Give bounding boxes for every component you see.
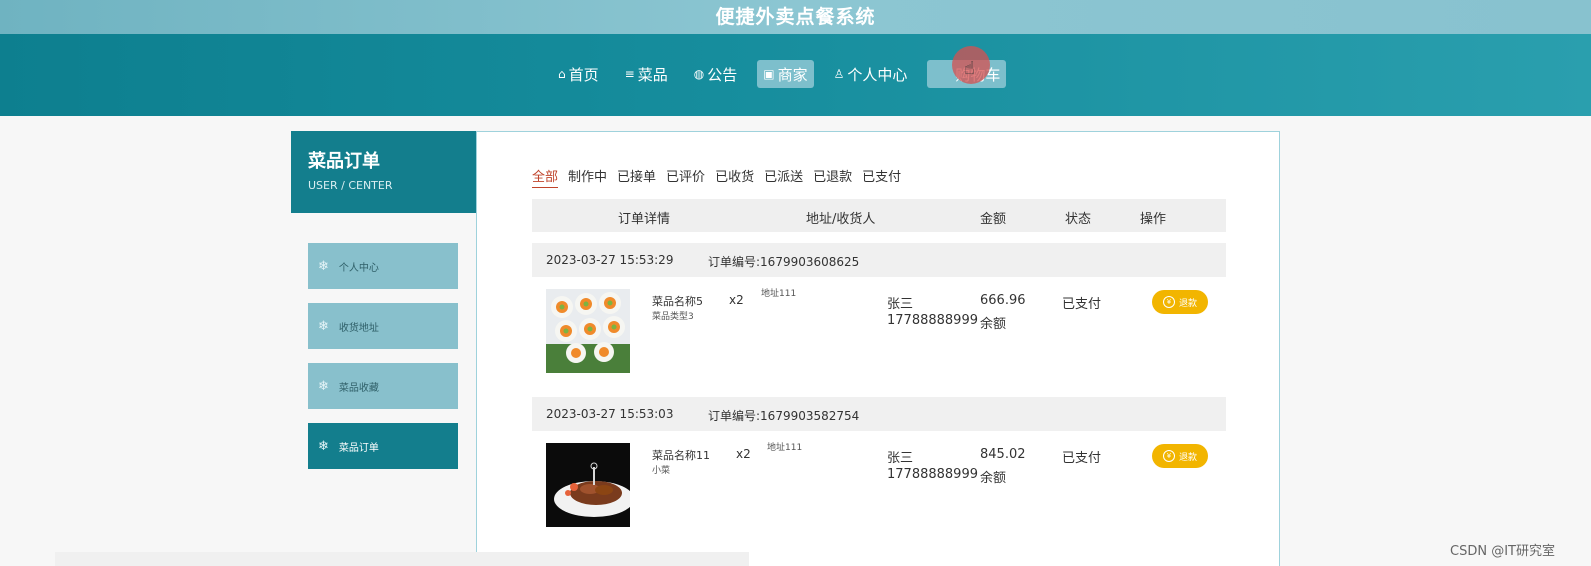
nav-label: 菜品 <box>637 65 668 84</box>
sidebar-subtitle: USER / CENTER <box>308 179 393 192</box>
dish-name: 菜品名称5 <box>652 295 703 308</box>
column-header: 地址/收货人 <box>806 212 876 227</box>
delivery-address: 地址111 <box>761 289 797 299</box>
sidebar-menu: ❄ 个人中心 ❄ 收货地址 ❄ 菜品收藏 ❄ 菜品订单 <box>308 243 458 483</box>
tab-all[interactable]: 全部 <box>532 166 559 188</box>
receiver-phone: 17788888999 <box>887 313 978 328</box>
snowflake-icon: ❄ <box>318 318 329 334</box>
refund-label: 退款 <box>1178 452 1197 463</box>
sidebar-title: 菜品订单 <box>308 151 380 172</box>
sidebar-item-label: 菜品收藏 <box>338 382 379 394</box>
watermark: CSDN @IT研究室 <box>1450 544 1555 559</box>
user-icon: ♙ <box>833 67 845 81</box>
order-status: 已支付 <box>1062 297 1102 312</box>
order-body: 菜品名称11 小菜 x2 地址111 张三 17788888999 845.02… <box>532 431 1226 541</box>
sidebar-item-favorites[interactable]: ❄ 菜品收藏 <box>308 363 458 409</box>
order-body: 菜品名称5 菜品类型3 x2 地址111 张三 17788888999 666.… <box>532 277 1226 387</box>
dish-type: 小菜 <box>652 466 671 476</box>
tab-dispatched[interactable]: 已派送 <box>764 166 803 188</box>
nav-item-merchants[interactable]: ▣ 商家 <box>757 60 814 88</box>
top-title-bar: 便捷外卖点餐系统 <box>0 0 1591 34</box>
nav-label: 公告 <box>707 65 738 84</box>
order-time: 2023-03-27 15:53:29 <box>546 253 674 267</box>
nav-label: 个人中心 <box>847 65 908 84</box>
payment-method: 余额 <box>980 471 1007 486</box>
order-amount: 845.02 <box>980 447 1026 462</box>
receiver-phone: 17788888999 <box>887 467 978 482</box>
globe-icon: ◍ <box>693 67 705 81</box>
sidebar-item-label: 个人中心 <box>338 262 379 274</box>
sidebar-header: 菜品订单 USER / CENTER <box>291 131 476 213</box>
yen-icon: ¥ <box>1162 296 1175 308</box>
order-card: 2023-03-27 15:53:03 订单编号:1679903582754 菜… <box>532 397 1226 541</box>
sidebar-item-label: 菜品订单 <box>338 442 379 454</box>
refund-label: 退款 <box>1178 298 1197 309</box>
next-order-header <box>55 552 749 566</box>
column-header: 订单详情 <box>618 212 671 227</box>
dish-image[interactable] <box>546 443 630 527</box>
snowflake-icon: ❄ <box>318 438 329 454</box>
delivery-address: 地址111 <box>767 443 803 453</box>
sidebar-item-orders[interactable]: ❄ 菜品订单 <box>308 423 458 469</box>
tab-received[interactable]: 已收货 <box>715 166 754 188</box>
receiver-name: 张三 <box>887 451 914 466</box>
dish-image[interactable] <box>546 289 630 373</box>
order-status-tabs: 全部 制作中 已接单 已评价 已收货 已派送 已退款 已支付 <box>532 166 901 188</box>
sidebar-item-address[interactable]: ❄ 收货地址 <box>308 303 458 349</box>
yen-icon: ¥ <box>1162 450 1175 462</box>
orders-panel: 全部 制作中 已接单 已评价 已收货 已派送 已退款 已支付 订单详情 地址/收… <box>476 131 1280 566</box>
payment-method: 余额 <box>980 317 1007 332</box>
dish-quantity: x2 <box>729 293 744 307</box>
nav-label: 商家 <box>777 65 808 84</box>
tab-reviewed[interactable]: 已评价 <box>666 166 705 188</box>
nav-item-user-center[interactable]: ♙ 个人中心 <box>828 60 914 88</box>
order-status: 已支付 <box>1062 451 1102 466</box>
home-icon: ⌂ <box>558 67 566 81</box>
dish-quantity: x2 <box>736 447 751 461</box>
column-header: 状态 <box>1065 212 1092 227</box>
refund-button[interactable]: ¥ 退款 <box>1152 444 1208 468</box>
dish-name: 菜品名称11 <box>652 449 710 462</box>
sliders-icon: ≡ <box>624 67 635 81</box>
main-nav: ⌂ 首页 ≡ 菜品 ◍ 公告 ▣ 商家 ♙ 个人中心 购物车 <box>552 60 1007 88</box>
dish-type: 菜品类型3 <box>652 312 694 322</box>
order-number: 订单编号:1679903608625 <box>708 255 860 269</box>
table-header: 订单详情 地址/收货人 金额 状态 操作 <box>532 199 1226 232</box>
column-header: 操作 <box>1140 212 1167 227</box>
nav-item-notices[interactable]: ◍ 公告 <box>688 60 744 88</box>
receiver-name: 张三 <box>887 297 914 312</box>
order-card: 2023-03-27 15:53:29 订单编号:1679903608625 菜… <box>532 243 1226 387</box>
site-title: 便捷外卖点餐系统 <box>715 6 876 28</box>
tab-in-progress[interactable]: 制作中 <box>568 166 607 188</box>
hand-cursor-icon: ☝ <box>964 58 975 79</box>
tab-accepted[interactable]: 已接单 <box>617 166 656 188</box>
column-header: 金额 <box>980 212 1007 227</box>
order-header: 2023-03-27 15:53:29 订单编号:1679903608625 <box>532 243 1226 277</box>
shop-icon: ▣ <box>763 67 775 81</box>
tab-refunded[interactable]: 已退款 <box>813 166 852 188</box>
sidebar-item-label: 收货地址 <box>338 322 379 334</box>
nav-item-dishes[interactable]: ≡ 菜品 <box>619 60 674 88</box>
nav-label: 首页 <box>568 65 599 84</box>
snowflake-icon: ❄ <box>318 378 329 394</box>
tab-paid[interactable]: 已支付 <box>862 166 901 188</box>
order-header: 2023-03-27 15:53:03 订单编号:1679903582754 <box>532 397 1226 431</box>
sidebar-item-user-center[interactable]: ❄ 个人中心 <box>308 243 458 289</box>
order-amount: 666.96 <box>980 293 1026 308</box>
nav-item-home[interactable]: ⌂ 首页 <box>552 60 605 88</box>
snowflake-icon: ❄ <box>318 258 329 274</box>
order-number: 订单编号:1679903582754 <box>708 409 860 423</box>
order-time: 2023-03-27 15:53:03 <box>546 407 674 421</box>
refund-button[interactable]: ¥ 退款 <box>1152 290 1208 314</box>
